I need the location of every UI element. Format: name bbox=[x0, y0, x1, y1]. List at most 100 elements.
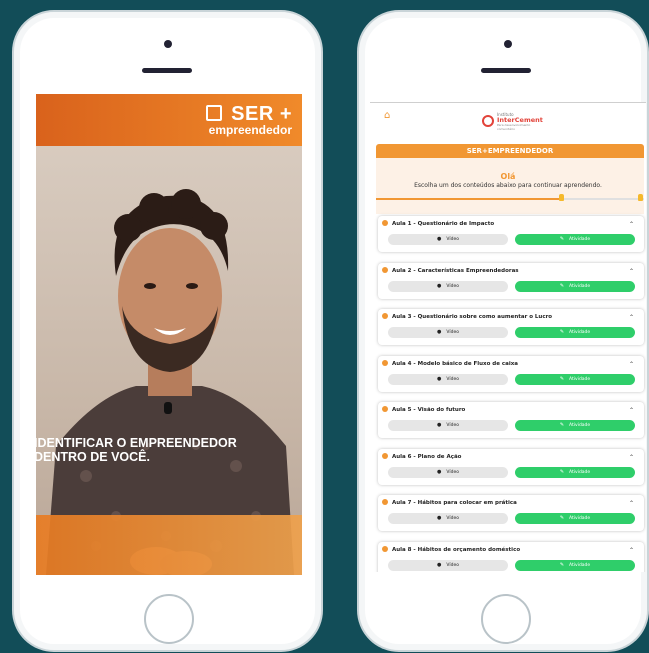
caption-line-2: DENTRO DE VOCÊ. bbox=[34, 450, 150, 464]
activity-button[interactable]: ✎ Atividade bbox=[515, 420, 635, 431]
activity-button-label: Atividade bbox=[569, 516, 591, 521]
progress-fill bbox=[376, 198, 561, 200]
pencil-icon: ✎ bbox=[559, 422, 565, 428]
pencil-icon: ✎ bbox=[559, 375, 565, 382]
status-divider bbox=[370, 102, 646, 103]
play-icon: ● bbox=[436, 515, 442, 521]
progress-track bbox=[376, 198, 644, 200]
greeting-subtitle: Escolha um dos conteúdos abaixo para con… bbox=[414, 182, 602, 189]
progress-marker-icon bbox=[558, 194, 564, 201]
video-screen[interactable]: SER + empreendedor bbox=[36, 94, 302, 575]
video-button[interactable]: ● Vídeo bbox=[388, 373, 508, 385]
video-button-label: Vídeo bbox=[446, 516, 460, 521]
status-dot-icon bbox=[382, 313, 388, 319]
lesson-title: Aula 1 - Questionário de Impacto bbox=[392, 221, 495, 227]
activity-button-label: Atividade bbox=[569, 330, 591, 335]
activity-button[interactable]: ✎ Atividade bbox=[515, 466, 635, 478]
lesson-title: Aula 8 - Hábitos de orçamento doméstico bbox=[392, 546, 521, 553]
caption-bar bbox=[36, 515, 302, 575]
lesson-card[interactable]: Aula 8 - Hábitos de orçamento doméstico ⌃… bbox=[378, 541, 644, 572]
video-button[interactable]: ● Vídeo bbox=[388, 513, 508, 524]
status-dot-icon bbox=[382, 545, 388, 552]
activity-button-label: Atividade bbox=[569, 237, 591, 242]
chevron-up-icon[interactable]: ⌃ bbox=[629, 268, 634, 275]
video-button-label: Vídeo bbox=[446, 423, 460, 428]
video-button[interactable]: ● Vídeo bbox=[388, 420, 508, 431]
activity-button-label: Atividade bbox=[569, 423, 591, 428]
video-button-label: Vídeo bbox=[446, 469, 460, 475]
lesson-card[interactable]: Aula 5 - Visão do futuro ⌃ ● Vídeo ✎ Atividad… bbox=[378, 402, 644, 438]
play-icon: ● bbox=[436, 282, 442, 289]
camera-icon bbox=[164, 40, 172, 48]
app-header: SER+EMPREENDEDOR bbox=[376, 144, 644, 158]
video-button[interactable]: ● Vídeo bbox=[388, 559, 508, 571]
status-dot-icon bbox=[382, 452, 388, 459]
intercement-logo: Instituto InterCement Para desenvolvimen… bbox=[482, 112, 543, 134]
pencil-icon: ✎ bbox=[559, 236, 565, 242]
lesson-title: Aula 5 - Visão do futuro bbox=[392, 407, 466, 413]
video-button-label: Vídeo bbox=[446, 330, 460, 335]
play-icon: ● bbox=[436, 236, 442, 242]
brand-sub: empreendedor bbox=[208, 123, 292, 137]
activity-button[interactable]: ✎ Atividade bbox=[515, 373, 635, 385]
video-button[interactable]: ● Vídeo bbox=[388, 327, 508, 338]
video-button-label: Vídeo bbox=[446, 562, 460, 568]
video-button-label: Vídeo bbox=[446, 237, 460, 242]
logo-ring-icon bbox=[482, 115, 494, 127]
play-icon: ● bbox=[436, 561, 442, 568]
video-button-label: Vídeo bbox=[446, 376, 460, 382]
greeting-title: Olá bbox=[500, 172, 516, 181]
activity-button[interactable]: ✎ Atividade bbox=[515, 234, 635, 245]
lesson-card[interactable]: Aula 6 - Plano de Ação ⌃ ● Vídeo ✎ Atividade bbox=[378, 448, 644, 485]
speaker-grille bbox=[481, 68, 531, 73]
chevron-up-icon[interactable]: ⌃ bbox=[629, 547, 634, 554]
video-button[interactable]: ● Vídeo bbox=[388, 280, 508, 292]
lesson-card[interactable]: Aula 2 - Características Empreendedoras ⌃… bbox=[378, 262, 644, 299]
activity-button-label: Atividade bbox=[569, 469, 591, 475]
pencil-icon: ✎ bbox=[559, 515, 565, 521]
home-button[interactable] bbox=[144, 594, 194, 644]
chevron-up-icon[interactable]: ⌃ bbox=[629, 407, 634, 414]
brand-logo: SER + empreendedor bbox=[209, 104, 292, 137]
goal-marker-icon bbox=[638, 194, 643, 201]
activity-button[interactable]: ✎ Atividade bbox=[515, 280, 635, 292]
status-dot-icon bbox=[382, 220, 388, 226]
play-icon: ● bbox=[436, 329, 442, 335]
activity-button[interactable]: ✎ Atividade bbox=[515, 513, 635, 524]
lesson-title: Aula 7 - Hábitos para colocar em prática bbox=[392, 500, 517, 506]
status-dot-icon bbox=[382, 266, 388, 273]
status-dot-icon bbox=[382, 359, 388, 366]
activity-button[interactable]: ✎ Atividade bbox=[515, 559, 635, 571]
chevron-up-icon[interactable]: ⌃ bbox=[629, 361, 634, 368]
pencil-icon: ✎ bbox=[559, 329, 565, 335]
video-caption: IDENTIFICAR O EMPREENDEDOR DENTRO DE VOC… bbox=[34, 436, 264, 464]
home-button[interactable] bbox=[481, 594, 531, 644]
lesson-title: Aula 2 - Características Empreendedoras bbox=[392, 267, 519, 274]
activity-button[interactable]: ✎ Atividade bbox=[515, 327, 635, 338]
speaker-grille bbox=[142, 68, 192, 73]
activity-button-label: Atividade bbox=[569, 376, 591, 382]
chevron-up-icon[interactable]: ⌃ bbox=[629, 221, 634, 228]
lesson-card[interactable]: Aula 3 - Questionário sobre como aumenta… bbox=[378, 309, 644, 345]
caption-line-1: IDENTIFICAR O EMPREENDEDOR bbox=[34, 436, 237, 450]
video-frame bbox=[36, 146, 302, 575]
lesson-title: Aula 3 - Questionário sobre como aumenta… bbox=[392, 314, 553, 320]
lesson-card[interactable]: Aula 1 - Questionário de Impacto ⌃ ● Vídeo ✎… bbox=[378, 216, 644, 252]
chevron-up-icon[interactable]: ⌃ bbox=[629, 314, 634, 321]
video-button[interactable]: ● Vídeo bbox=[388, 234, 508, 245]
activity-button-label: Atividade bbox=[569, 283, 591, 289]
lesson-title: Aula 6 - Plano de Ação bbox=[392, 453, 462, 460]
chevron-up-icon[interactable]: ⌃ bbox=[629, 500, 634, 507]
lesson-card[interactable]: Aula 7 - Hábitos para colocar em prática… bbox=[378, 495, 644, 531]
play-icon: ● bbox=[436, 375, 442, 382]
lesson-card[interactable]: Aula 4 - Modelo básico de Fluxo de caixa… bbox=[378, 355, 644, 392]
camera-icon bbox=[504, 40, 512, 48]
pencil-icon: ✎ bbox=[559, 468, 565, 475]
chevron-up-icon[interactable]: ⌃ bbox=[629, 454, 634, 461]
activity-button-label: Atividade bbox=[569, 562, 591, 568]
video-button[interactable]: ● Vídeo bbox=[388, 466, 508, 478]
lesson-title: Aula 4 - Modelo básico de Fluxo de caixa bbox=[392, 360, 518, 367]
status-dot-icon bbox=[382, 499, 388, 505]
home-icon[interactable]: ⌂ bbox=[384, 110, 390, 121]
brand-banner: SER + empreendedor bbox=[36, 94, 302, 146]
